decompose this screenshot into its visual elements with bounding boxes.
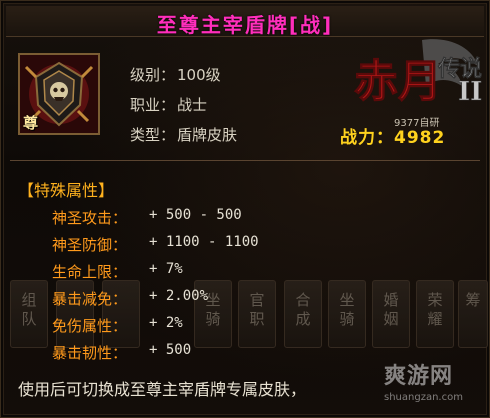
level-value: 100级 bbox=[177, 66, 221, 84]
tile-char: 职 bbox=[249, 310, 265, 328]
level-label: 级别： bbox=[130, 66, 176, 84]
item-tooltip-panel: 组队 坐骑 官职 合成 坐骑 婚姻 荣耀 筹 至尊主宰盾牌[战] 尊 级别： 10… bbox=[0, 0, 490, 418]
type-label: 类型： bbox=[130, 126, 176, 144]
divider bbox=[10, 160, 480, 161]
tile-char: 合 bbox=[295, 291, 311, 309]
tile-char: 官 bbox=[249, 291, 265, 309]
attr-value: + 2% bbox=[149, 315, 183, 331]
bg-tile-mount-2: 坐骑 bbox=[328, 280, 366, 348]
svg-text:赤月: 赤月 bbox=[354, 56, 442, 107]
tile-char: 婚 bbox=[383, 291, 399, 309]
tile-char: 荣 bbox=[427, 291, 443, 309]
dragon-logo-icon: 赤月 传说 II bbox=[354, 39, 483, 108]
attr-key: 神圣攻击： bbox=[52, 209, 128, 227]
attr-key: 生命上限： bbox=[52, 263, 128, 281]
power-value: 4982 bbox=[394, 128, 446, 148]
item-title: 至尊主宰盾牌[战] bbox=[156, 13, 334, 37]
attr-value: + 500 - 500 bbox=[149, 207, 242, 223]
attr-key: 暴击减免： bbox=[52, 290, 128, 308]
svg-text:II: II bbox=[458, 77, 482, 107]
attr-key: 神圣防御： bbox=[52, 236, 128, 254]
attr-key: 免伤属性： bbox=[52, 317, 128, 335]
bg-tile-office: 官职 bbox=[238, 280, 276, 348]
info-class: 职业： 战士 bbox=[130, 94, 207, 115]
game-logo: 赤月 传说 II 9377自研 bbox=[352, 36, 483, 136]
site-watermark: 爽游网 shuangzan.com bbox=[376, 352, 486, 414]
tile-char: 骑 bbox=[205, 310, 221, 328]
tile-char: 队 bbox=[21, 310, 37, 328]
watermark-text: 爽游网 bbox=[384, 364, 454, 389]
attr-value: + 500 bbox=[149, 342, 192, 358]
info-level: 级别： 100级 bbox=[130, 64, 221, 85]
class-label: 职业： bbox=[130, 96, 176, 114]
attr-value: + 1100 - 1100 bbox=[149, 234, 259, 250]
item-badge: 尊 bbox=[23, 114, 39, 132]
class-value: 战士 bbox=[177, 96, 208, 114]
bg-tile-team: 组队 bbox=[10, 280, 48, 348]
shield-item-icon[interactable]: 尊 bbox=[18, 53, 100, 135]
tile-char: 姻 bbox=[383, 310, 399, 328]
tile-char: 筹 bbox=[465, 291, 481, 309]
tile-char: 骑 bbox=[339, 310, 355, 328]
item-description: 使用后可切换成至尊主宰盾牌专属皮肤， bbox=[18, 380, 307, 399]
info-type: 类型： 盾牌皮肤 bbox=[130, 124, 237, 145]
bg-tile-synthesis: 合成 bbox=[284, 280, 322, 348]
tile-char: 成 bbox=[295, 310, 311, 328]
tile-char: 坐 bbox=[339, 291, 355, 309]
bg-tile-marriage: 婚姻 bbox=[372, 280, 410, 348]
attr-value: + 7% bbox=[149, 261, 183, 277]
tile-char: 耀 bbox=[427, 310, 443, 328]
watermark-url: shuangzan.com bbox=[384, 392, 463, 403]
attr-value: + 2.00% bbox=[149, 288, 209, 304]
power-label: 战力： bbox=[340, 128, 394, 148]
special-attributes-heading: 【特殊属性】 bbox=[18, 181, 115, 200]
bg-tile-extra: 筹 bbox=[458, 280, 488, 348]
type-value: 盾牌皮肤 bbox=[177, 126, 238, 144]
bg-tile-honor: 荣耀 bbox=[416, 280, 454, 348]
attr-key: 暴击韧性： bbox=[52, 344, 128, 362]
combat-power: 战力：4982 bbox=[340, 123, 445, 148]
tile-char: 组 bbox=[21, 291, 37, 309]
